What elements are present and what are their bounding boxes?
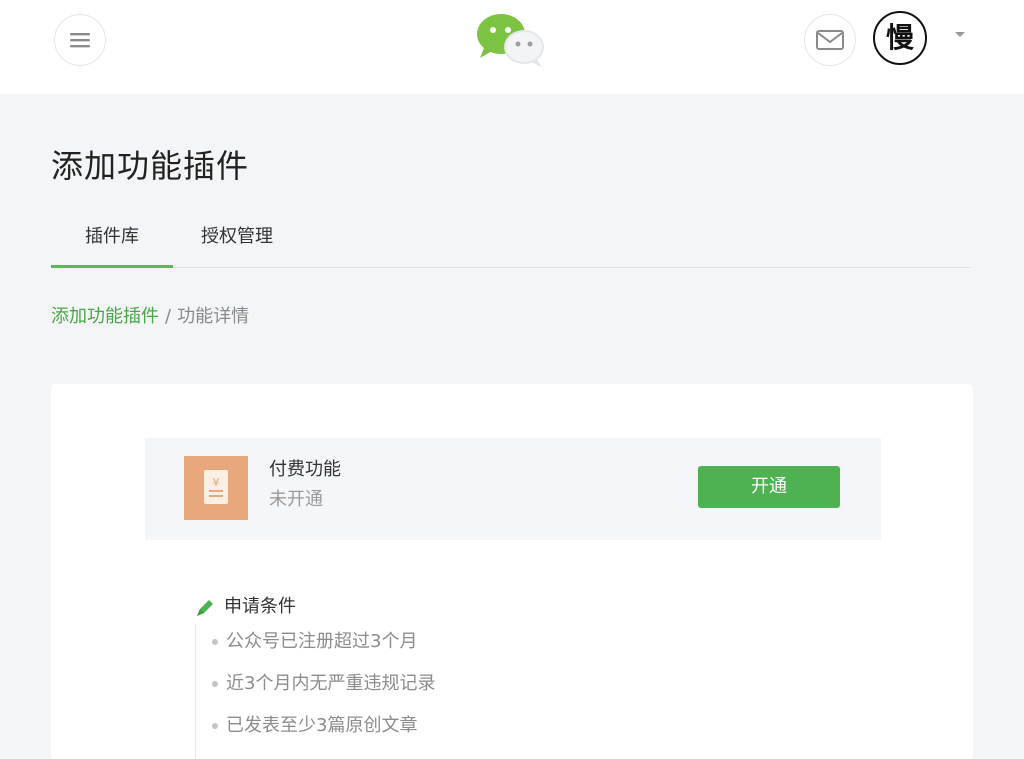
feature-detail-card: ¥ 付费功能 未开通 开通 申请条件 公众号已注册超过3个月 近3个月内无严重违… [51, 384, 973, 759]
tab-bar: 插件库 授权管理 [51, 216, 971, 268]
condition-text: 公众号已注册超过3个月 [226, 631, 418, 652]
pencil-icon [197, 600, 213, 616]
list-item: 公众号已注册超过3个月 [212, 630, 418, 654]
top-bar: 慢 [0, 0, 1024, 94]
condition-text: 近3个月内无严重违规记录 [226, 673, 436, 694]
feature-summary: ¥ 付费功能 未开通 开通 [145, 438, 881, 540]
breadcrumb: 添加功能插件 / 功能详情 [51, 305, 249, 329]
yuan-receipt-icon: ¥ [184, 456, 248, 520]
bullet-dot [212, 639, 218, 645]
conditions-title: 申请条件 [224, 596, 296, 617]
list-item: 已发表至少3篇原创文章 [212, 714, 418, 738]
bullet-dot [212, 723, 218, 729]
feature-name: 付费功能 [269, 459, 341, 480]
caret-down-icon[interactable] [955, 32, 965, 37]
bullet-dot [212, 681, 218, 687]
tab-authorization-management[interactable]: 授权管理 [187, 216, 287, 267]
tab-plugin-library[interactable]: 插件库 [51, 216, 173, 268]
list-item: 近3个月内无严重违规记录 [212, 672, 436, 696]
conditions-list: 公众号已注册超过3个月 近3个月内无严重违规记录 已发表至少3篇原创文章 [195, 624, 696, 759]
messages-button[interactable] [804, 14, 856, 66]
avatar[interactable]: 慢 [873, 11, 927, 65]
breadcrumb-separator: / [165, 306, 172, 327]
svg-text:¥: ¥ [213, 476, 220, 489]
wechat-logo-icon[interactable] [474, 10, 548, 70]
avatar-text: 慢 [885, 21, 914, 54]
page-title: 添加功能插件 [51, 147, 250, 185]
envelope-icon [816, 30, 844, 50]
menu-button[interactable] [54, 14, 106, 66]
breadcrumb-parent-link[interactable]: 添加功能插件 [51, 306, 159, 327]
hamburger-menu-icon [70, 33, 90, 48]
breadcrumb-current: 功能详情 [177, 306, 250, 327]
feature-status: 未开通 [269, 489, 323, 510]
activate-button[interactable]: 开通 [698, 466, 840, 508]
condition-text: 已发表至少3篇原创文章 [226, 715, 418, 736]
